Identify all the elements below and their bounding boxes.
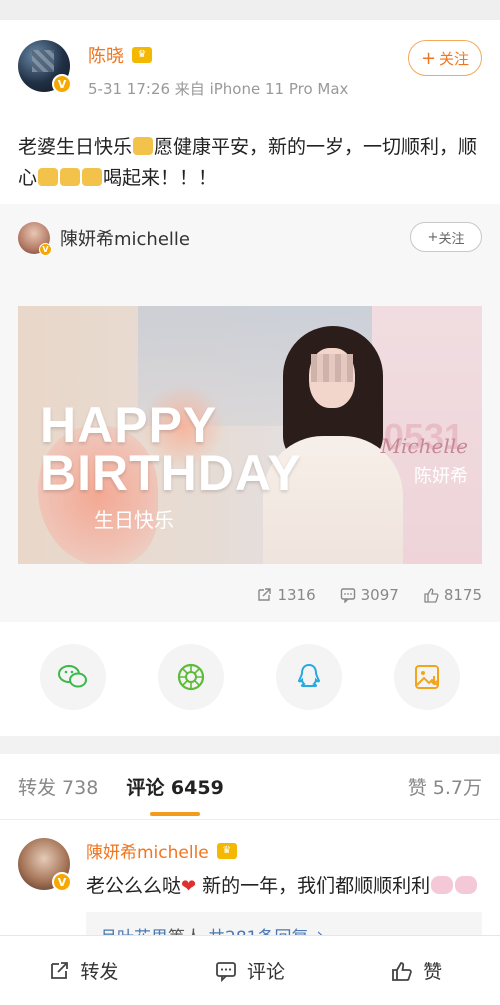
qq-icon (297, 663, 321, 687)
cake-emoji-icon (133, 137, 154, 155)
crown-icon: ♛ (132, 47, 152, 63)
bottom-comment-label: 评论 (247, 961, 286, 983)
like-count[interactable]: 8175 (423, 586, 482, 604)
wechat-icon (58, 665, 87, 688)
author-avatar[interactable]: V (18, 40, 72, 94)
plus-icon: + (420, 47, 437, 69)
moments-icon (177, 663, 205, 691)
repost-author-avatar[interactable]: V (18, 222, 52, 256)
verified-badge-icon: V (52, 74, 72, 94)
banner-happy-birthday: HAPPY BIRTHDAY (40, 397, 302, 501)
post-text-part-1: 老婆生日快乐 (18, 136, 133, 158)
portrait-pixelation (311, 354, 353, 382)
thumbs-up-icon (392, 961, 412, 981)
top-gap (0, 0, 500, 20)
bottom-like-button[interactable]: 赞 (333, 936, 500, 1005)
author-meta: 陈晓 ♛ 5-31 17:26 来自 iPhone 11 Pro Max (88, 40, 348, 99)
bunny-emoji-icon (431, 876, 454, 894)
verified-badge-icon: V (52, 872, 72, 892)
commenter-name-text[interactable]: 陳妍希michelle (86, 838, 209, 863)
beer-emoji-icon (82, 168, 103, 186)
post-text: 老婆生日快乐 愿健康平安，新的一岁，一切顺利，顺心 喝起来！！！ (18, 118, 482, 204)
weibo-post: V 陈晓 ♛ 5-31 17:26 来自 iPhone 11 Pro Max +… (0, 20, 500, 736)
repost-count[interactable]: 1316 (256, 586, 316, 604)
commenter-name[interactable]: 陳妍希michelle ♛ (86, 838, 482, 863)
comment-count-text: 3097 (360, 586, 399, 604)
save-image-button[interactable] (394, 644, 460, 710)
bottom-repost-button[interactable]: 转发 (0, 936, 167, 1005)
repost-follow-label: 关注 (438, 231, 465, 247)
comment-icon (216, 961, 236, 982)
birthday-banner-image[interactable]: HAPPY BIRTHDAY 生日快乐 0531 Michelle 陈妍希 (18, 306, 482, 564)
share-icon (258, 588, 272, 601)
banner-happy-text: HAPPY (40, 397, 218, 453)
tab-repost[interactable]: 转发 738 (18, 773, 98, 800)
banner-cn-birthday: 生日快乐 (94, 508, 174, 532)
post-author-row: V 陈晓 ♛ 5-31 17:26 来自 iPhone 11 Pro Max +… (18, 40, 482, 118)
share-qq-button[interactable] (276, 644, 342, 710)
verified-badge-icon: V (39, 243, 52, 256)
author-name[interactable]: 陈晓 ♛ (88, 42, 348, 68)
banner-birthday-text: BIRTHDAY (40, 445, 302, 501)
repost-author-row: V 陳妍希michelle + 关注 (18, 220, 482, 256)
post-text-part-3: 喝起来！！！ (103, 167, 218, 189)
comment-text-part-1: 老公么么哒 (86, 875, 182, 897)
bunny-emoji-icon (455, 876, 478, 894)
bottom-repost-label: 转发 (80, 961, 119, 983)
detail-tabs: 转发 738 评论 6459 赞 5.7万 (0, 754, 500, 820)
share-row (0, 622, 500, 736)
section-gap (0, 736, 500, 754)
beer-emoji-icon (38, 168, 59, 186)
reposted-content[interactable]: V 陳妍希michelle + 关注 HAPPY BIRTHDAY 生日快乐 0… (0, 204, 500, 622)
like-count-text: 8175 (443, 586, 482, 604)
comment-icon (340, 588, 355, 603)
commenter-avatar[interactable]: V (18, 838, 72, 892)
post-time-source: 5-31 17:26 来自 iPhone 11 Pro Max (88, 80, 349, 98)
repost-count-text: 1316 (277, 586, 316, 604)
comment-count[interactable]: 3097 (340, 586, 399, 604)
save-image-icon (415, 665, 439, 689)
bottom-action-bar: 转发 评论 赞 (0, 935, 500, 1005)
avatar-blur (32, 50, 54, 72)
share-moments-button[interactable] (158, 644, 224, 710)
banner-signature: Michelle (380, 434, 468, 458)
share-wechat-button[interactable] (40, 644, 106, 710)
heart-icon: ❤ (181, 876, 197, 897)
tab-like[interactable]: 赞 5.7万 (408, 773, 482, 800)
crown-icon: ♛ (216, 842, 237, 859)
tab-comment[interactable]: 评论 6459 (126, 773, 224, 800)
follow-button[interactable]: + 关注 (408, 40, 482, 76)
banner-cn-name: 陈妍希 (414, 466, 468, 487)
author-name-text[interactable]: 陈晓 (88, 42, 124, 68)
plus-icon: + (427, 229, 439, 245)
repost-stats: 1316 3097 8175 (18, 586, 482, 604)
comment-text[interactable]: 老公么么哒❤ 新的一年，我们都顺顺利利 (86, 871, 482, 902)
follow-label: 关注 (439, 49, 470, 68)
repost-author-name[interactable]: 陳妍希michelle (60, 225, 190, 251)
bottom-like-label: 赞 (423, 961, 443, 983)
thumbs-up-icon (424, 588, 439, 603)
bottom-comment-button[interactable]: 评论 (167, 936, 334, 1005)
share-icon (51, 961, 69, 979)
beer-emoji-icon (60, 168, 81, 186)
repost-follow-button[interactable]: + 关注 (410, 222, 482, 252)
comment-text-part-2: 新的一年，我们都顺顺利利 (196, 875, 431, 897)
